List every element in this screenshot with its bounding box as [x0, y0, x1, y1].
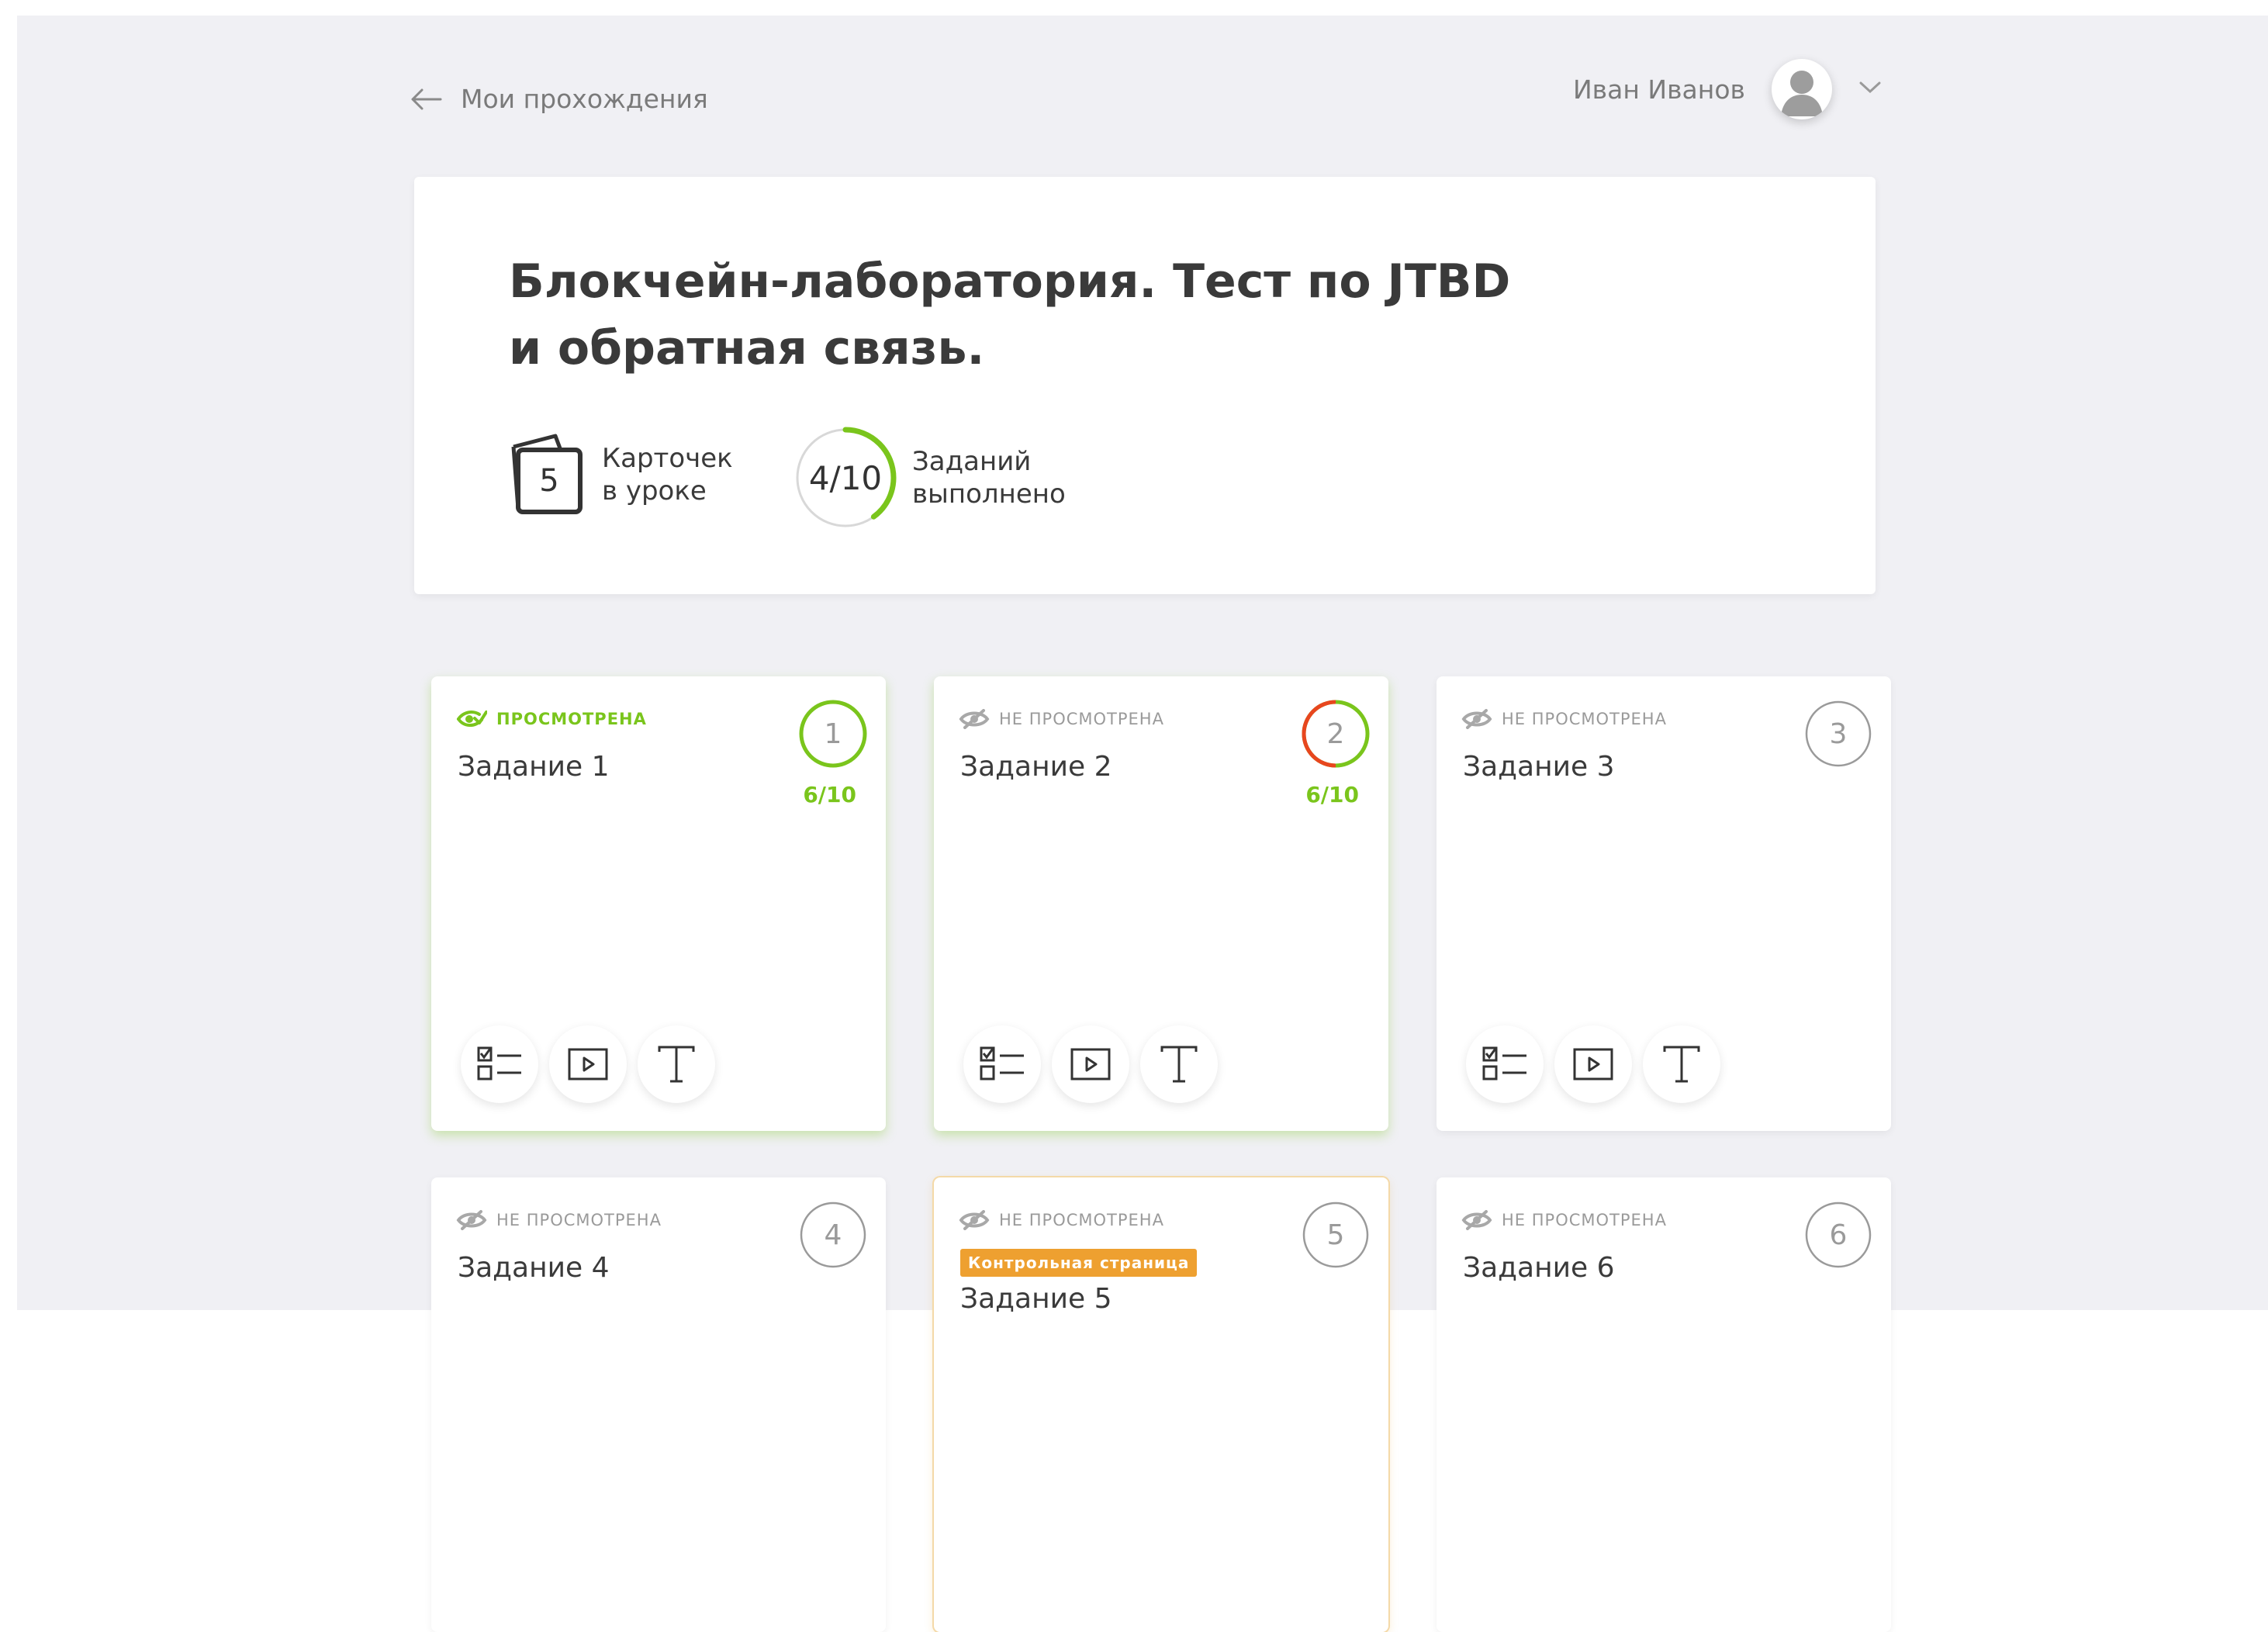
task-score: 6/10 [803, 782, 856, 807]
lesson-title-line-1: Блокчейн-лаборатория. Тест по JTBD [509, 254, 1511, 309]
task-status: Не просмотрена [456, 1210, 662, 1230]
text-icon [658, 1046, 695, 1083]
video-icon [1573, 1048, 1613, 1081]
cards-stack-icon: 5 [509, 433, 586, 517]
task-number: 2 [1326, 717, 1345, 750]
eye-slash-icon [959, 709, 990, 729]
task-number: 3 [1829, 717, 1848, 750]
task-status: Просмотрена [456, 709, 647, 729]
checklist-button[interactable] [461, 1025, 538, 1103]
video-icon [1070, 1048, 1111, 1081]
video-button[interactable] [549, 1025, 627, 1103]
lesson-title: Блокчейн-лаборатория. Тест по JTBD и обр… [509, 248, 1517, 382]
back-link-label: Мои прохождения [461, 84, 708, 114]
task-number-ring: 2 [1302, 700, 1370, 768]
task-card-6[interactable]: Не просмотрена Задание 6 6 [1437, 1177, 1891, 1632]
task-status: Не просмотрена [1461, 1210, 1667, 1230]
cards-count-stat: 5 Карточек в уроке [509, 433, 733, 517]
chevron-down-icon[interactable] [1858, 81, 1882, 98]
task-card-4[interactable]: Не просмотрена Задание 4 4 [431, 1177, 886, 1632]
checklist-icon [477, 1046, 521, 1081]
checklist-button[interactable] [963, 1025, 1041, 1103]
task-card-1[interactable]: Просмотрена Задание 1 1 6/10 [431, 676, 886, 1131]
task-card-2[interactable]: Не просмотрена Задание 2 2 6/10 [934, 676, 1388, 1131]
tasks-progress-stat: 4/10 Заданий выполнено [794, 427, 1066, 529]
eye-slash-icon [1461, 1210, 1492, 1230]
checklist-button[interactable] [1466, 1025, 1544, 1103]
video-icon [568, 1048, 608, 1081]
text-button[interactable] [1140, 1025, 1218, 1103]
task-card-5[interactable]: Не просмотрена Контрольная страница Зада… [934, 1177, 1388, 1632]
task-status-label: Не просмотрена [1502, 710, 1667, 728]
task-score: 6/10 [1305, 782, 1359, 807]
task-title: Задание 3 [1463, 751, 1615, 783]
task-number: 1 [824, 717, 842, 750]
cards-label-line-2: в уроке [602, 475, 707, 507]
task-title: Задание 4 [458, 1252, 610, 1284]
task-card-3[interactable]: Не просмотрена Задание 3 3 [1437, 676, 1891, 1131]
task-status-label: Не просмотрена [999, 710, 1164, 728]
avatar[interactable] [1772, 59, 1832, 119]
task-number-ring: 4 [799, 1201, 867, 1269]
task-status: Не просмотрена [1461, 709, 1667, 729]
task-number-ring: 5 [1302, 1201, 1370, 1269]
arrow-left-icon [411, 88, 442, 109]
lesson-summary-card: Блокчейн-лаборатория. Тест по JTBD и обр… [414, 177, 1876, 594]
task-number: 5 [1326, 1219, 1345, 1251]
task-title: Задание 6 [1463, 1252, 1615, 1284]
tasks-label: Заданий выполнено [912, 445, 1066, 510]
task-status: Не просмотрена [959, 1210, 1164, 1230]
task-status-label: Не просмотрена [999, 1211, 1164, 1229]
text-button[interactable] [1643, 1025, 1720, 1103]
task-number: 4 [824, 1219, 842, 1251]
video-button[interactable] [1052, 1025, 1129, 1103]
user-silhouette-icon [1781, 71, 1823, 116]
task-status-label: Просмотрена [496, 710, 647, 728]
cards-label: Карточек в уроке [602, 442, 733, 507]
task-number: 6 [1829, 1219, 1848, 1251]
task-status: Не просмотрена [959, 709, 1164, 729]
text-button[interactable] [638, 1025, 715, 1103]
tasks-label-line-1: Заданий [912, 446, 1032, 477]
back-link[interactable]: Мои прохождения [410, 84, 708, 114]
user-name: Иван Иванов [1573, 74, 1745, 105]
cards-count: 5 [539, 463, 559, 499]
task-status-label: Не просмотрена [1502, 1211, 1667, 1229]
lesson-title-line-2: и обратная связь. [509, 321, 985, 375]
eye-slash-icon [456, 1210, 487, 1230]
task-status-label: Не просмотрена [496, 1211, 662, 1229]
tasks-progress-text: 4/10 [808, 458, 883, 497]
task-number-ring: 1 [799, 700, 867, 768]
eye-check-icon [457, 711, 487, 727]
task-title: Задание 2 [960, 751, 1112, 783]
eye-slash-icon [1461, 709, 1492, 729]
tasks-label-line-2: выполнено [912, 479, 1066, 510]
checklist-icon [980, 1046, 1024, 1081]
video-button[interactable] [1554, 1025, 1632, 1103]
task-title: Задание 1 [458, 751, 610, 783]
eye-slash-icon [959, 1210, 990, 1230]
checklist-icon [1482, 1046, 1526, 1081]
text-icon [1663, 1046, 1700, 1083]
task-number-ring: 3 [1804, 700, 1872, 768]
task-number-ring: 6 [1804, 1201, 1872, 1269]
tasks-progress-ring: 4/10 [794, 427, 897, 529]
control-page-badge: Контрольная страница [960, 1249, 1198, 1277]
user-menu[interactable]: Иван Иванов [1573, 54, 1882, 124]
cards-label-line-1: Карточек [602, 443, 733, 474]
text-icon [1160, 1046, 1198, 1083]
